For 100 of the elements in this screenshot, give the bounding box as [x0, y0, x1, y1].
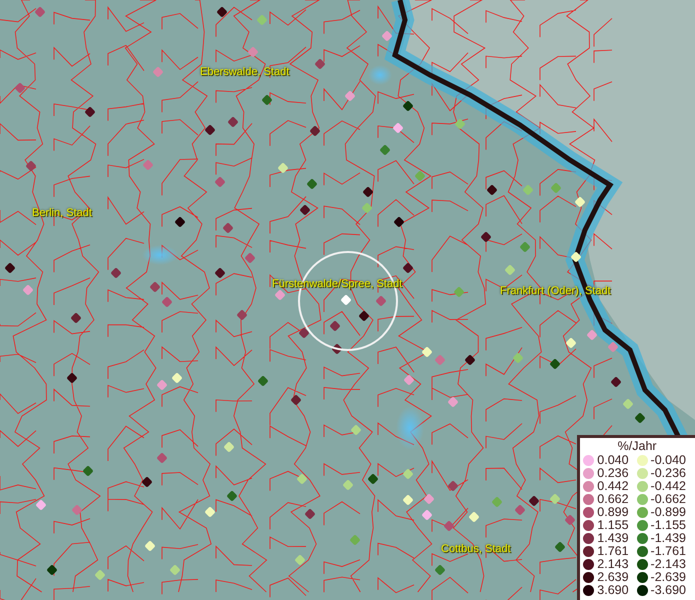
measurement-point-marker[interactable] — [70, 312, 82, 324]
measurement-point-marker[interactable] — [358, 310, 370, 322]
measurement-point-marker[interactable] — [274, 289, 286, 301]
measurement-point-marker[interactable] — [304, 508, 316, 520]
measurement-point-marker[interactable] — [296, 473, 308, 485]
measurement-point-marker[interactable] — [350, 424, 362, 436]
measurement-point-marker[interactable] — [171, 372, 183, 384]
measurement-point-marker[interactable] — [464, 354, 476, 366]
measurement-point-marker[interactable] — [447, 396, 459, 408]
measurement-point-marker[interactable] — [361, 202, 373, 214]
measurement-point-marker[interactable] — [447, 480, 459, 492]
measurement-point-marker[interactable] — [480, 231, 492, 243]
measurement-point-marker[interactable] — [362, 186, 374, 198]
measurement-point-marker[interactable] — [586, 329, 598, 341]
measurement-point-marker[interactable] — [392, 122, 404, 134]
measurement-point-marker[interactable] — [504, 264, 516, 276]
measurement-point-marker[interactable] — [204, 124, 216, 136]
measurement-point-marker[interactable] — [66, 372, 78, 384]
measurement-point-marker[interactable] — [256, 14, 268, 26]
measurement-point-marker[interactable] — [512, 352, 524, 364]
measurement-point-marker[interactable] — [402, 100, 414, 112]
measurement-point-marker[interactable] — [402, 262, 414, 274]
measurement-point-marker[interactable] — [454, 118, 466, 130]
measurement-point-marker[interactable] — [329, 320, 341, 332]
measurement-point-marker[interactable] — [298, 327, 310, 339]
measurement-point-marker[interactable] — [634, 412, 646, 424]
measurement-point-marker[interactable] — [4, 262, 16, 274]
measurement-point-marker[interactable] — [402, 494, 414, 506]
measurement-point-marker[interactable] — [156, 452, 168, 464]
measurement-point-marker[interactable] — [468, 511, 480, 523]
measurement-point-marker[interactable] — [309, 125, 321, 137]
measurement-point-marker[interactable] — [244, 252, 256, 264]
measurement-point-marker[interactable] — [236, 309, 248, 321]
measurement-point-marker[interactable] — [331, 343, 343, 355]
measurement-point-marker[interactable] — [453, 286, 465, 298]
measurement-point-marker[interactable] — [414, 170, 426, 182]
measurement-point-marker[interactable] — [514, 504, 526, 516]
measurement-point-marker[interactable] — [169, 564, 181, 576]
measurement-point-marker[interactable] — [443, 520, 455, 532]
measurement-point-marker[interactable] — [519, 241, 531, 253]
measurement-point-marker[interactable] — [622, 398, 634, 410]
measurement-point-marker[interactable] — [549, 493, 561, 505]
measurement-point-marker[interactable] — [141, 476, 153, 488]
measurement-point-marker[interactable] — [34, 6, 46, 18]
measurement-point-marker[interactable] — [14, 82, 26, 94]
measurement-point-marker[interactable] — [549, 358, 561, 370]
measurement-point-marker[interactable] — [290, 394, 302, 406]
measurement-point-marker[interactable] — [226, 490, 238, 502]
measurement-point-marker[interactable] — [82, 465, 94, 477]
measurement-point-marker[interactable] — [421, 509, 433, 521]
measurement-point-marker[interactable] — [161, 296, 173, 308]
measurement-point-marker[interactable] — [564, 514, 576, 526]
measurement-point-marker[interactable] — [204, 506, 216, 518]
measurement-point-marker[interactable] — [522, 184, 534, 196]
measurement-point-marker[interactable] — [607, 341, 619, 353]
measurement-point-marker[interactable] — [554, 541, 566, 553]
measurement-point-marker[interactable] — [223, 441, 235, 453]
measurement-point-marker[interactable] — [434, 564, 446, 576]
measurement-point-marker[interactable] — [342, 479, 354, 491]
measurement-point-marker[interactable] — [152, 66, 164, 78]
measurement-point-marker[interactable] — [381, 30, 393, 42]
measurement-point-marker[interactable] — [294, 554, 306, 566]
measurement-point-marker[interactable] — [277, 162, 289, 174]
measurement-point-marker[interactable] — [486, 184, 498, 196]
measurement-point-marker[interactable] — [610, 376, 622, 388]
measurement-point-marker[interactable] — [156, 379, 168, 391]
measurement-point-marker[interactable] — [379, 144, 391, 156]
measurement-point-marker[interactable] — [528, 495, 540, 507]
measurement-point-marker[interactable] — [174, 216, 186, 228]
measurement-point-marker[interactable] — [222, 222, 234, 234]
measurement-point-marker[interactable] — [299, 204, 311, 216]
measurement-point-marker[interactable] — [375, 295, 387, 307]
measurement-point-marker[interactable] — [149, 281, 161, 293]
measurement-point-marker[interactable] — [144, 540, 156, 552]
measurement-point-marker[interactable] — [574, 196, 586, 208]
measurement-point-marker[interactable] — [214, 267, 226, 279]
measurement-point-marker[interactable] — [402, 468, 414, 480]
measurement-point-marker[interactable] — [565, 337, 577, 349]
measurement-point-marker[interactable] — [94, 569, 106, 581]
measurement-point-marker[interactable] — [340, 294, 352, 306]
measurement-point-marker[interactable] — [25, 160, 37, 172]
measurement-point-marker[interactable] — [261, 94, 273, 106]
measurement-point-marker[interactable] — [367, 473, 379, 485]
measurement-point-marker[interactable] — [35, 499, 47, 511]
measurement-point-marker[interactable] — [344, 90, 356, 102]
measurement-point-marker[interactable] — [349, 534, 361, 546]
measurement-point-marker[interactable] — [46, 564, 58, 576]
measurement-point-marker[interactable] — [84, 106, 96, 118]
measurement-point-marker[interactable] — [314, 58, 326, 70]
measurement-point-marker[interactable] — [550, 182, 562, 194]
measurement-point-marker[interactable] — [142, 159, 154, 171]
measurement-point-marker[interactable] — [257, 375, 269, 387]
measurement-point-marker[interactable] — [393, 216, 405, 228]
measurement-point-marker[interactable] — [247, 46, 259, 58]
measurement-point-marker[interactable] — [421, 346, 433, 358]
measurement-point-marker[interactable] — [403, 374, 415, 386]
measurement-point-marker[interactable] — [71, 504, 83, 516]
measurement-point-marker[interactable] — [214, 176, 226, 188]
measurement-point-marker[interactable] — [423, 493, 435, 505]
measurement-point-marker[interactable] — [22, 284, 34, 296]
